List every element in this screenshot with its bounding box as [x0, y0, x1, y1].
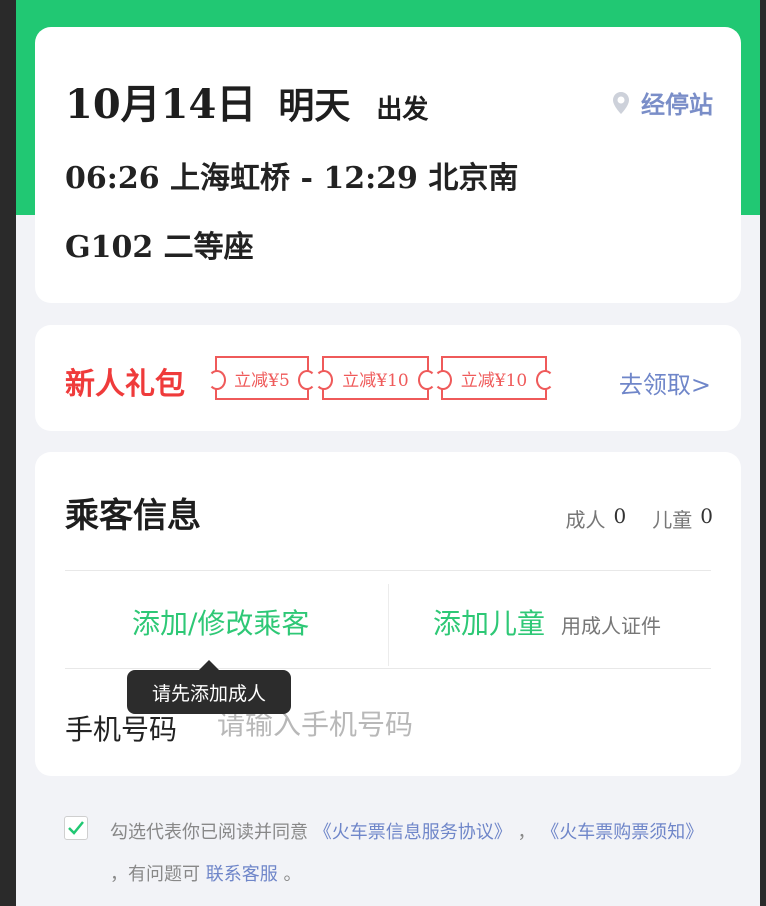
checkmark-icon [68, 821, 84, 835]
child-label: 儿童 [652, 508, 693, 532]
travel-date: 10月14日 [65, 81, 257, 128]
depart-label: 出发 [376, 95, 429, 125]
adult-count: 0 [613, 504, 627, 528]
agreement-prefix: 勾选代表你已阅读并同意 [110, 822, 308, 843]
agreement-middle: ，有问题可 [110, 864, 200, 885]
travel-day: 明天 [278, 85, 351, 127]
passenger-counts: 成人 0 儿童 0 [566, 504, 713, 533]
promo-title: 新人礼包 [65, 367, 185, 402]
child-hint: 用成人证件 [561, 614, 661, 638]
stops-label: 经停站 [641, 90, 713, 119]
coupon-3: 立减¥10 [434, 356, 554, 400]
divider [65, 668, 711, 669]
passenger-card: 乘客信息 成人 0 儿童 0 添加/修改乘客 添加儿童 用成人证件 手机号码 [35, 452, 741, 776]
divider [65, 570, 711, 571]
new-user-promo-card[interactable]: 新人礼包 立减¥5 立减¥10 立减¥10 去领取> [35, 325, 741, 431]
add-adult-tooltip: 请先添加成人 [127, 660, 291, 714]
route-info: 06:26 上海虹桥 - 12:29 北京南 [65, 161, 519, 196]
phone-label: 手机号码 [65, 713, 178, 746]
purchase-notice-link[interactable]: 《火车票购票须知》 [541, 822, 703, 843]
coupon-1: 立减¥5 [208, 356, 316, 400]
add-passenger-button[interactable]: 添加/修改乘客 [132, 602, 309, 642]
stops-button[interactable]: 经停站 [611, 85, 713, 120]
coupon-2: 立减¥10 [315, 356, 436, 400]
order-page: 10月14日 明天 出发 经停站 06:26 上海虹桥 - 12:29 北京南 … [16, 0, 760, 906]
agreement-text: 勾选代表你已阅读并同意 《火车票信息服务协议》 ， 《火车票购票须知》 ，有问题… [110, 812, 710, 896]
location-pin-icon [613, 91, 629, 114]
service-agreement-link[interactable]: 《火车票信息服务协议》 [314, 822, 512, 843]
train-seat-info: G102 二等座 [65, 230, 254, 265]
passenger-title: 乘客信息 [65, 496, 201, 536]
adult-label: 成人 [565, 508, 606, 532]
trip-card: 10月14日 明天 出发 经停站 06:26 上海虹桥 - 12:29 北京南 … [35, 27, 741, 303]
claim-link[interactable]: 去领取> [619, 365, 711, 400]
agreement-suffix: 。 [283, 864, 302, 885]
date-row: 10月14日 明天 出发 [65, 72, 428, 130]
child-count: 0 [700, 504, 713, 528]
add-child-button[interactable]: 添加儿童 [433, 602, 545, 642]
divider-vertical [388, 584, 389, 666]
contact-support-link[interactable]: 联系客服 [206, 864, 278, 885]
agreement-separator: ， [517, 822, 536, 843]
agree-checkbox[interactable] [64, 816, 88, 840]
